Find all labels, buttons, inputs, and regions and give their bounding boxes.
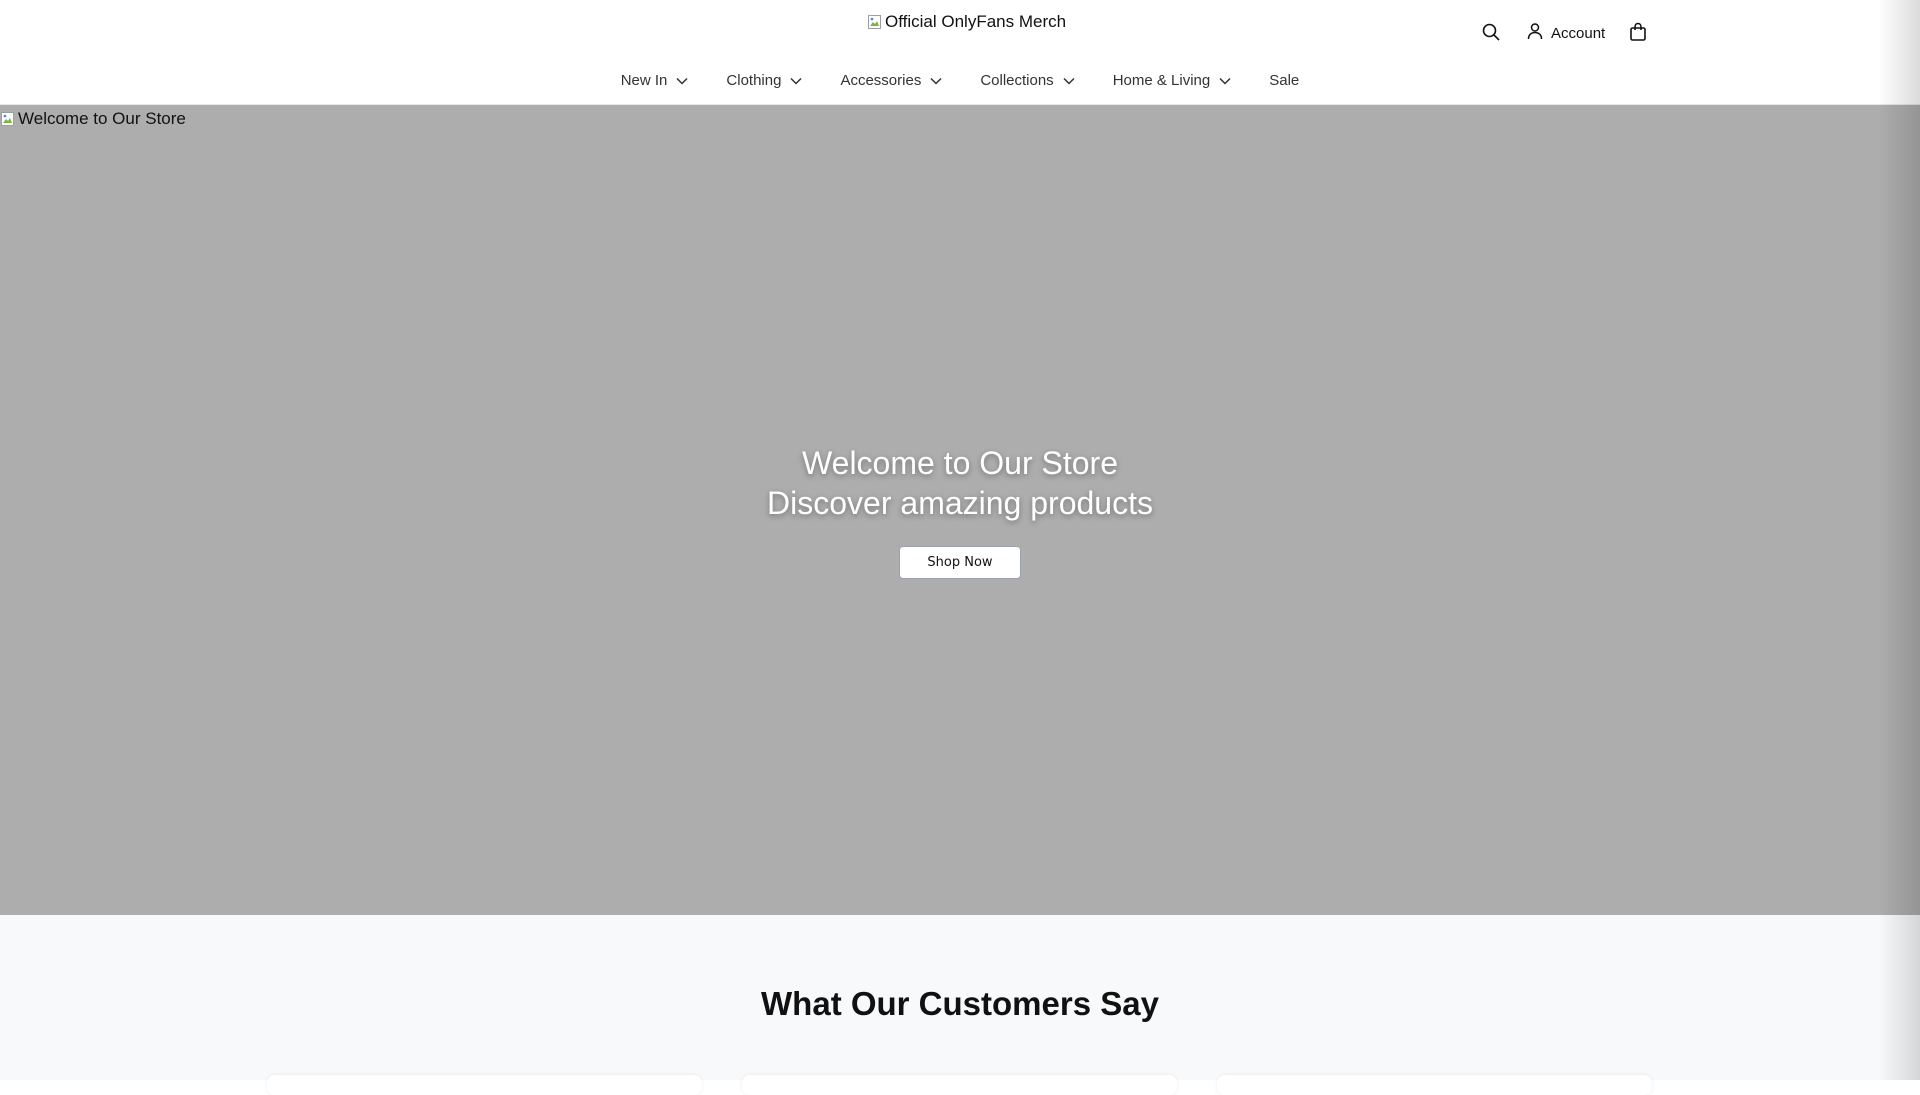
nav-item-new-in[interactable]: New In <box>621 72 689 89</box>
nav-item-clothing[interactable]: Clothing <box>726 72 802 89</box>
broken-image-icon <box>0 111 16 127</box>
hero-banner: Welcome to Our Store Welcome to Our Stor… <box>0 105 1920 915</box>
nav-item-label: Clothing <box>726 72 782 89</box>
shop-now-button[interactable]: Shop Now <box>899 546 1021 579</box>
nav-item-label: Sale <box>1269 72 1300 89</box>
cart-button[interactable] <box>1629 22 1647 45</box>
hero-heading: Welcome to Our Store Discover amazing pr… <box>0 443 1920 523</box>
account-label: Account <box>1551 24 1606 42</box>
testimonial-card <box>1217 1075 1652 1095</box>
nav-item-collections[interactable]: Collections <box>980 72 1075 89</box>
testimonial-card <box>742 1075 1177 1095</box>
logo-link[interactable]: Official OnlyFans Merch <box>867 12 1066 32</box>
hero-title-line2: Discover amazing products <box>767 485 1153 521</box>
hero-title-line1: Welcome to Our Store <box>802 445 1118 481</box>
logo-alt-text: Official OnlyFans Merch <box>885 12 1067 31</box>
broken-image-icon <box>867 14 883 30</box>
nav-item-label: New In <box>620 72 668 89</box>
hero-image-alt-text: Welcome to Our Store <box>18 109 186 128</box>
user-icon <box>1526 22 1544 44</box>
nav-item-label: Collections <box>980 72 1054 89</box>
chevron-down-icon <box>1063 72 1075 89</box>
chevron-down-icon <box>930 72 942 89</box>
shopping-bag-icon <box>1629 22 1647 45</box>
testimonial-card <box>267 1075 702 1095</box>
search-button[interactable] <box>1481 22 1501 45</box>
hero-image: Welcome to Our Store <box>0 109 186 129</box>
site-header: Official OnlyFans Merch Account New In C… <box>0 0 1920 105</box>
main-nav: New In Clothing Accessories Collections … <box>0 72 1920 89</box>
nav-item-label: Accessories <box>840 72 922 89</box>
nav-item-sale[interactable]: Sale <box>1269 72 1299 89</box>
chevron-down-icon <box>676 72 688 89</box>
testimonials-title: What Our Customers Say <box>761 985 1159 1022</box>
testimonials-section: What Our Customers Say <box>0 915 1920 1095</box>
account-button[interactable]: Account <box>1526 22 1605 44</box>
nav-item-home-living[interactable]: Home & Living <box>1113 72 1232 89</box>
chevron-down-icon <box>1219 72 1231 89</box>
chevron-down-icon <box>790 72 802 89</box>
nav-item-accessories[interactable]: Accessories <box>840 72 942 89</box>
nav-item-label: Home & Living <box>1112 72 1211 89</box>
search-icon <box>1481 22 1501 45</box>
